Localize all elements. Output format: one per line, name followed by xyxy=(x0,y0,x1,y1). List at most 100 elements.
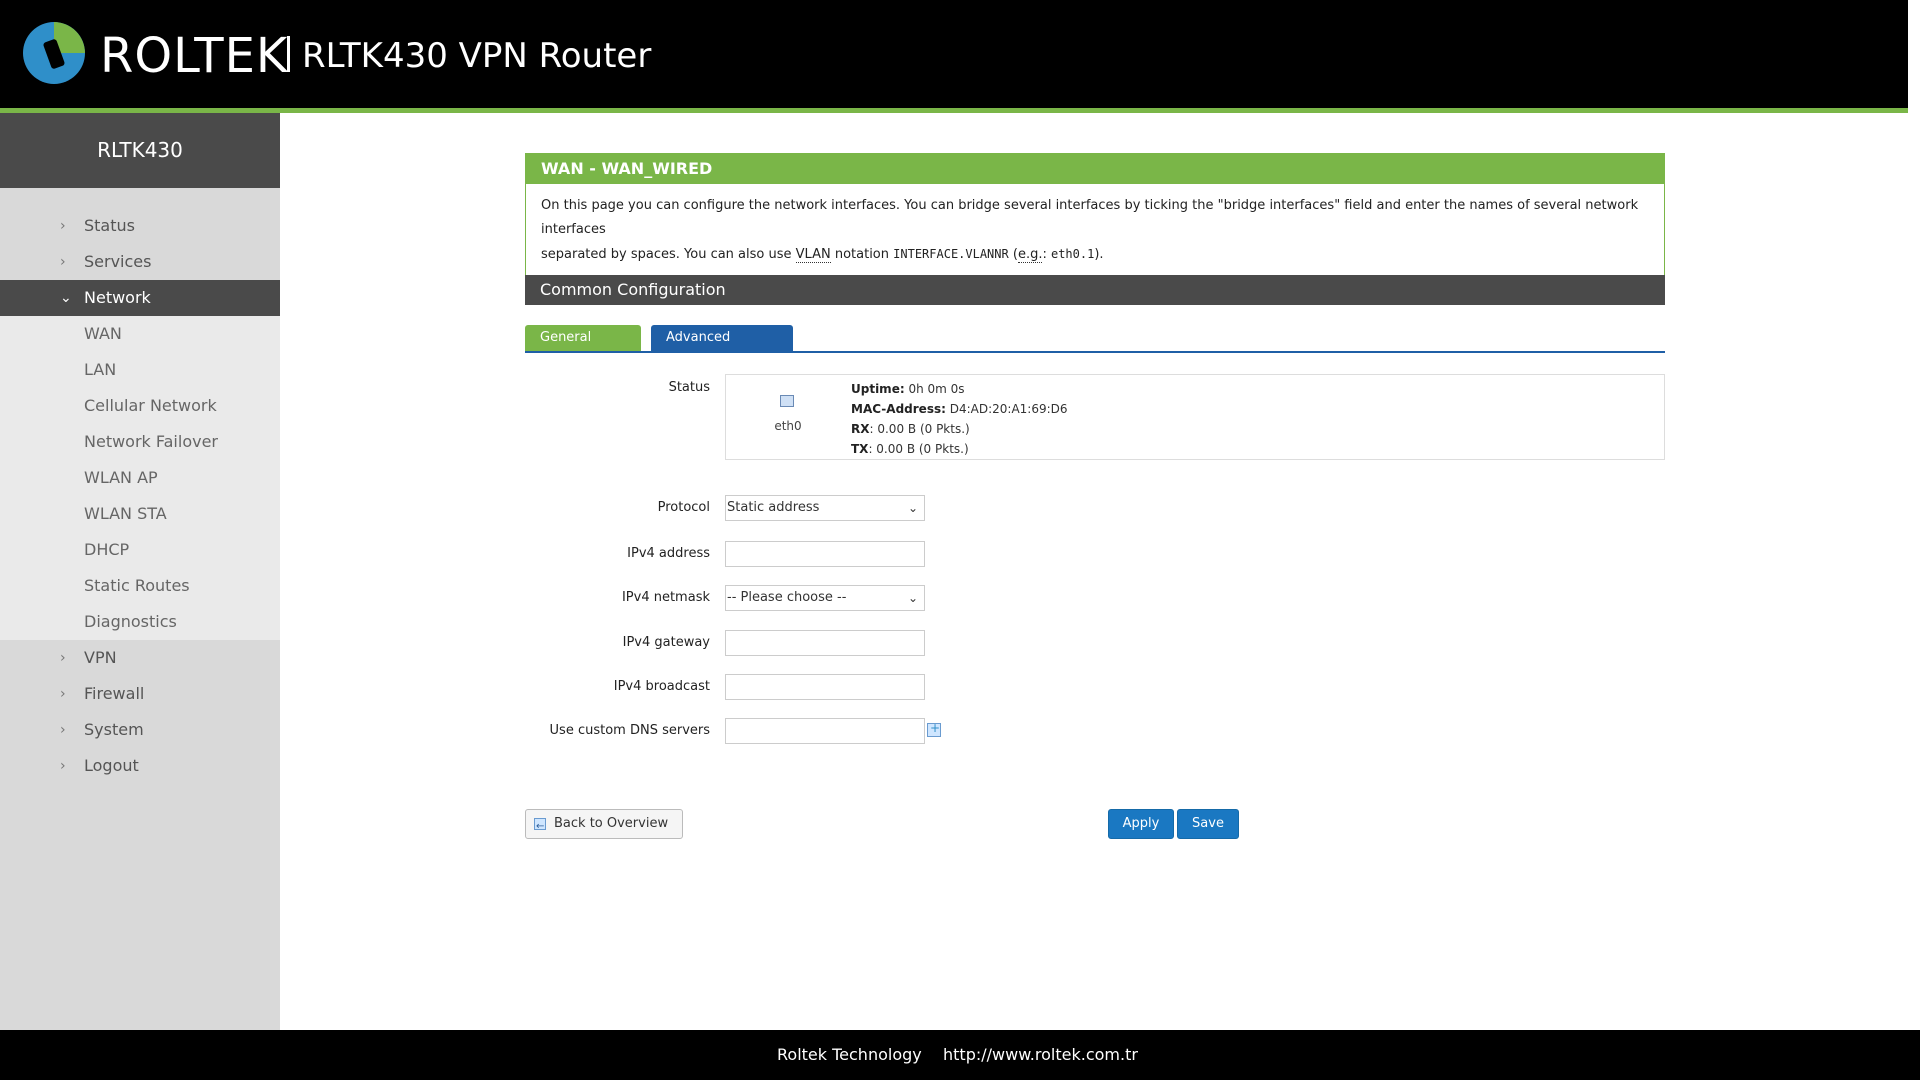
ipv4-gateway-input[interactable] xyxy=(725,630,925,656)
roltek-logo-icon xyxy=(23,22,85,84)
chevron-right-icon: › xyxy=(60,686,66,702)
ipv4-broadcast-label: IPv4 broadcast xyxy=(613,679,710,694)
chevron-right-icon: › xyxy=(60,722,66,738)
footer-company: Roltek Technology xyxy=(777,1045,922,1064)
dns-label: Use custom DNS servers xyxy=(549,723,710,738)
rx-value: : 0.00 B (0 Pkts.) xyxy=(869,422,970,436)
status-label: Status xyxy=(668,380,710,395)
back-arrow-icon xyxy=(534,813,546,841)
save-button[interactable]: Save xyxy=(1177,809,1239,839)
sidebar-subitem-cellular-network[interactable]: Cellular Network xyxy=(0,388,280,424)
brand-name: ROLTEK xyxy=(100,28,289,84)
mac-value: D4:AD:20:A1:69:D6 xyxy=(945,402,1068,416)
ipv4-netmask-select[interactable]: -- Please choose -- ⌄ xyxy=(725,585,925,611)
apply-button[interactable]: Apply xyxy=(1108,809,1174,839)
ipv4-address-input[interactable] xyxy=(725,541,925,567)
dns-input[interactable] xyxy=(725,718,925,744)
protocol-select[interactable]: Static address ⌄ xyxy=(725,495,925,521)
protocol-label: Protocol xyxy=(657,500,710,515)
mac-label: MAC-Address: xyxy=(851,402,946,416)
main-content: WAN - WAN_WIRED On this page you can con… xyxy=(280,113,1908,1030)
sidebar-subitem-lan[interactable]: LAN xyxy=(0,352,280,388)
chevron-right-icon: › xyxy=(60,758,66,774)
chevron-right-icon: › xyxy=(60,254,66,270)
protocol-value: Static address xyxy=(727,500,820,515)
sidebar-menu: › Status › Services ⌄ Network WAN LAN Ce… xyxy=(0,188,280,784)
ipv4-netmask-value: -- Please choose -- xyxy=(727,590,847,605)
ethernet-icon xyxy=(780,395,794,407)
status-box: eth0 Uptime: 0h 0m 0s MAC-Address: D4:AD… xyxy=(725,374,1665,460)
sidebar-subitem-wlan-sta[interactable]: WLAN STA xyxy=(0,496,280,532)
tab-general-setup[interactable]: General Setup xyxy=(525,325,641,371)
sidebar-item-label: System xyxy=(84,720,144,739)
back-button-label: Back to Overview xyxy=(554,816,669,831)
brand-separator xyxy=(287,36,290,72)
interface-badge: eth0 xyxy=(726,375,850,459)
description-text: ( xyxy=(1008,247,1018,262)
sidebar-item-vpn[interactable]: › VPN xyxy=(0,640,280,676)
sidebar-item-label: Network xyxy=(84,288,151,307)
description-text: separated by spaces. You can also use xyxy=(541,247,796,262)
rx-label: RX xyxy=(851,422,870,436)
eg-abbr: e.g. xyxy=(1017,247,1043,263)
tab-advanced-settings[interactable]: Advanced Settings xyxy=(651,325,793,371)
chevron-right-icon: › xyxy=(60,650,66,666)
network-submenu: WAN LAN Cellular Network Network Failove… xyxy=(0,316,280,640)
ipv4-gateway-label: IPv4 gateway xyxy=(622,635,710,650)
sidebar-item-logout[interactable]: › Logout xyxy=(0,748,280,784)
ipv4-netmask-label: IPv4 netmask xyxy=(621,590,710,605)
sidebar-subitem-dhcp[interactable]: DHCP xyxy=(0,532,280,568)
sidebar: RLTK430 › Status › Services ⌄ Network WA… xyxy=(0,113,280,1030)
code-interface-vlannr: INTERFACE.VLANNR xyxy=(893,247,1009,261)
sidebar-subitem-wan[interactable]: WAN xyxy=(0,316,280,352)
tx-label: TX xyxy=(851,442,869,456)
code-eth0-1: eth0.1 xyxy=(1050,247,1095,261)
page-title: WAN - WAN_WIRED xyxy=(526,154,1664,184)
sidebar-item-label: Firewall xyxy=(84,684,145,703)
uptime-label: Uptime: xyxy=(851,382,905,396)
uptime-line: Uptime: 0h 0m 0s xyxy=(851,379,1068,399)
sidebar-item-status[interactable]: › Status xyxy=(0,208,280,244)
sidebar-item-network[interactable]: ⌄ Network xyxy=(0,280,280,316)
status-details: Uptime: 0h 0m 0s MAC-Address: D4:AD:20:A… xyxy=(851,379,1068,459)
sidebar-item-services[interactable]: › Services xyxy=(0,244,280,280)
rx-line: RX: 0.00 B (0 Pkts.) xyxy=(851,419,1068,439)
tab-bar: General Setup Advanced Settings xyxy=(525,325,1665,371)
tx-line: TX: 0.00 B (0 Pkts.) xyxy=(851,439,1068,459)
sidebar-subitem-diagnostics[interactable]: Diagnostics xyxy=(0,604,280,640)
info-box: WAN - WAN_WIRED On this page you can con… xyxy=(525,153,1665,280)
chevron-down-icon: ⌄ xyxy=(60,290,72,306)
sidebar-item-firewall[interactable]: › Firewall xyxy=(0,676,280,712)
description-text: : xyxy=(1042,247,1051,262)
sidebar-subitem-network-failover[interactable]: Network Failover xyxy=(0,424,280,460)
ipv4-broadcast-input[interactable] xyxy=(725,674,925,700)
mac-line: MAC-Address: D4:AD:20:A1:69:D6 xyxy=(851,399,1068,419)
add-dns-icon[interactable] xyxy=(927,721,941,737)
interface-name: eth0 xyxy=(774,419,802,433)
uptime-value: 0h 0m 0s xyxy=(904,382,965,396)
description-text: ). xyxy=(1094,247,1104,262)
tx-value: : 0.00 B (0 Pkts.) xyxy=(868,442,969,456)
sidebar-item-system[interactable]: › System xyxy=(0,712,280,748)
header: ROLTEK RLTK430 VPN Router xyxy=(0,0,1908,113)
sidebar-item-label: Services xyxy=(84,252,152,271)
section-title: Common Configuration xyxy=(525,275,1665,305)
sidebar-subitem-static-routes[interactable]: Static Routes xyxy=(0,568,280,604)
description-text: notation xyxy=(830,247,894,262)
sidebar-title: RLTK430 xyxy=(0,113,280,188)
vlan-abbr: VLAN xyxy=(795,247,831,263)
back-to-overview-button[interactable]: Back to Overview xyxy=(525,809,683,841)
ipv4-address-label: IPv4 address xyxy=(627,546,710,561)
chevron-down-icon: ⌄ xyxy=(907,501,918,515)
footer-url-link[interactable]: http://www.roltek.com.tr xyxy=(943,1030,1138,1080)
chevron-right-icon: › xyxy=(60,218,66,234)
sidebar-item-label: Logout xyxy=(84,756,139,775)
chevron-down-icon: ⌄ xyxy=(907,591,918,605)
product-title: RLTK430 VPN Router xyxy=(302,36,652,76)
sidebar-item-label: VPN xyxy=(84,648,117,667)
footer: Roltek Technology http://www.roltek.com.… xyxy=(0,1030,1920,1080)
description-line-1: On this page you can configure the netwo… xyxy=(541,198,1639,237)
sidebar-subitem-wlan-ap[interactable]: WLAN AP xyxy=(0,460,280,496)
sidebar-item-label: Status xyxy=(84,216,135,235)
page-description: On this page you can configure the netwo… xyxy=(526,184,1664,279)
